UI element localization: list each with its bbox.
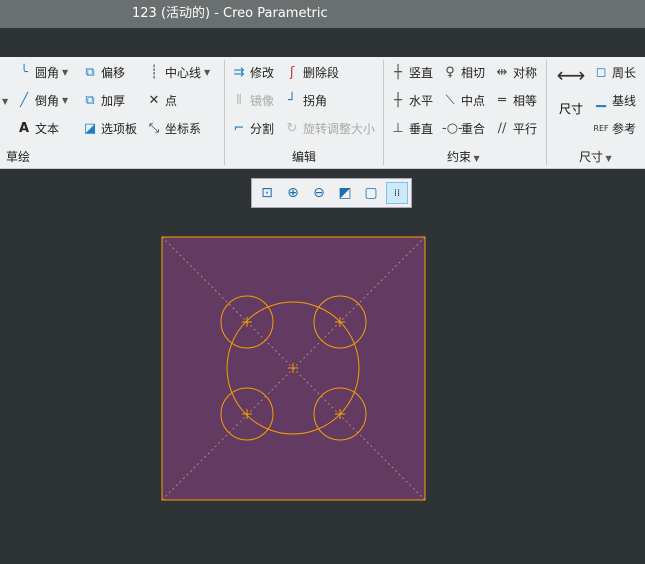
equal-constraint-button[interactable]: ═ 相等	[494, 90, 537, 110]
symmetric-constraint-button[interactable]: ⇹ 对称	[494, 62, 537, 82]
dimension-button[interactable]: ⟷ 尺寸	[553, 62, 589, 126]
delete-segment-icon: ʃ	[289, 64, 295, 80]
centerline-button[interactable]: ┊ 中心线 ▼	[146, 62, 210, 82]
perpendicular-icon: ⊥	[392, 120, 404, 136]
diagonal-centerline	[161, 236, 426, 501]
display-style-icon: ◩	[338, 185, 352, 201]
mirror-button[interactable]: ⫴ 镜像	[231, 90, 274, 110]
zoom-in-icon: ⊕	[287, 185, 299, 201]
diagonal-centerline	[161, 236, 426, 501]
corner-circle	[313, 387, 367, 441]
delete-segment-button[interactable]: ʃ 删除段	[284, 62, 339, 82]
zoom-fit-button[interactable]: ⊡	[256, 182, 278, 204]
coordsys-button[interactable]: ⤡ 坐标系	[146, 118, 201, 138]
equal-icon: ═	[498, 92, 506, 108]
chevron-down-icon[interactable]: ▼	[62, 68, 68, 77]
vertical-icon: ┼	[394, 64, 402, 80]
rotate-resize-icon: ↻	[286, 120, 298, 136]
coincident-constraint-button[interactable]: -○- 重合	[442, 118, 485, 138]
divider	[224, 60, 225, 165]
zoom-out-icon: ⊖	[313, 185, 325, 201]
divide-button[interactable]: ⌐ 分割	[231, 118, 274, 138]
point-icon: ✕	[148, 92, 160, 108]
coordsys-icon: ⤡	[148, 120, 160, 136]
modify-button[interactable]: ⇉ 修改	[231, 62, 274, 82]
chevron-down-icon[interactable]: ▼	[204, 68, 210, 77]
sketch-rectangle	[161, 236, 426, 501]
group-label-edit: 编辑	[292, 150, 317, 164]
baseline-icon: ▁	[596, 92, 606, 108]
coincident-icon: -○-	[442, 120, 463, 136]
palette-button[interactable]: ◪ 选项板	[82, 118, 137, 138]
saved-views-button[interactable]: ▢	[360, 182, 382, 204]
fillet-button[interactable]: ╰ 圆角 ▼	[16, 62, 68, 82]
palette-icon: ◪	[83, 120, 97, 136]
sketch-display-button[interactable]: ⁞⁞	[386, 182, 408, 204]
parallel-icon: ∕∕	[497, 120, 507, 136]
mirror-icon: ⫴	[236, 92, 242, 108]
corner-circle	[313, 295, 367, 349]
text-button[interactable]: A 文本	[16, 118, 59, 138]
horizontal-constraint-button[interactable]: ┼ 水平	[390, 90, 433, 110]
midpoint-constraint-button[interactable]: ⟍ 中点	[442, 90, 485, 110]
zoom-out-button[interactable]: ⊖	[308, 182, 330, 204]
fillet-icon: ╰	[20, 64, 28, 80]
reference-icon: REF	[593, 123, 609, 133]
parallel-constraint-button[interactable]: ∕∕ 平行	[494, 118, 537, 138]
corner-circle	[220, 387, 274, 441]
offset-button[interactable]: ⧉ 偏移	[82, 62, 125, 82]
offset-icon: ⧉	[85, 64, 95, 80]
tangent-icon: ♀	[445, 64, 455, 80]
cube-icon: ▢	[364, 185, 378, 201]
view-toolbar: ⊡ ⊕ ⊖ ◩ ▢ ⁞⁞	[251, 178, 412, 208]
symmetric-icon: ⇹	[496, 64, 508, 80]
divide-icon: ⌐	[233, 120, 245, 136]
reference-button[interactable]: REF 参考	[593, 118, 636, 138]
zoom-fit-icon: ⊡	[261, 185, 273, 201]
point-button[interactable]: ✕ 点	[146, 90, 177, 110]
zoom-in-button[interactable]: ⊕	[282, 182, 304, 204]
corner-button[interactable]: ┘ 拐角	[284, 90, 327, 110]
constrain-group-dropdown[interactable]: 约束 ▼	[447, 148, 480, 165]
ribbon-left-dropdown[interactable]: ▼	[2, 91, 8, 111]
centerline-icon: ┊	[150, 64, 158, 80]
window-title: 123 (活动的) - Creo Parametric	[0, 0, 645, 28]
dimension-group-dropdown[interactable]: 尺寸 ▼	[579, 148, 612, 165]
rotate-resize-button[interactable]: ↻ 旋转调整大小	[284, 118, 375, 138]
divider	[383, 60, 384, 165]
midpoint-icon: ⟍	[445, 92, 455, 108]
thicken-button[interactable]: ⧉ 加厚	[82, 90, 125, 110]
horizontal-icon: ┼	[394, 92, 402, 108]
chamfer-button[interactable]: ╱ 倒角 ▼	[16, 90, 68, 110]
chevron-down-icon[interactable]: ▼	[62, 96, 68, 105]
thicken-icon: ⧉	[85, 92, 95, 108]
corner-icon: ┘	[288, 92, 296, 108]
text-icon: A	[18, 120, 30, 136]
ribbon-tab-band	[0, 28, 645, 57]
perimeter-button[interactable]: ◻ 周长	[593, 62, 636, 82]
corner-circle	[220, 295, 274, 349]
perpendicular-constraint-button[interactable]: ⊥ 垂直	[390, 118, 433, 138]
divider	[546, 60, 547, 165]
sketch-display-icon: ⁞⁞	[393, 187, 401, 199]
center-circle	[226, 301, 360, 435]
perimeter-icon: ◻	[595, 64, 607, 80]
group-label-sketch: 草绘	[6, 150, 31, 164]
dimension-icon: ⟷	[556, 63, 586, 87]
tangent-constraint-button[interactable]: ♀ 相切	[442, 62, 485, 82]
modify-icon: ⇉	[233, 64, 245, 80]
display-style-button[interactable]: ◩	[334, 182, 356, 204]
center-marks	[242, 317, 345, 419]
baseline-button[interactable]: ▁ 基线	[593, 90, 636, 110]
vertical-constraint-button[interactable]: ┼ 竖直	[390, 62, 433, 82]
chamfer-icon: ╱	[20, 92, 28, 108]
